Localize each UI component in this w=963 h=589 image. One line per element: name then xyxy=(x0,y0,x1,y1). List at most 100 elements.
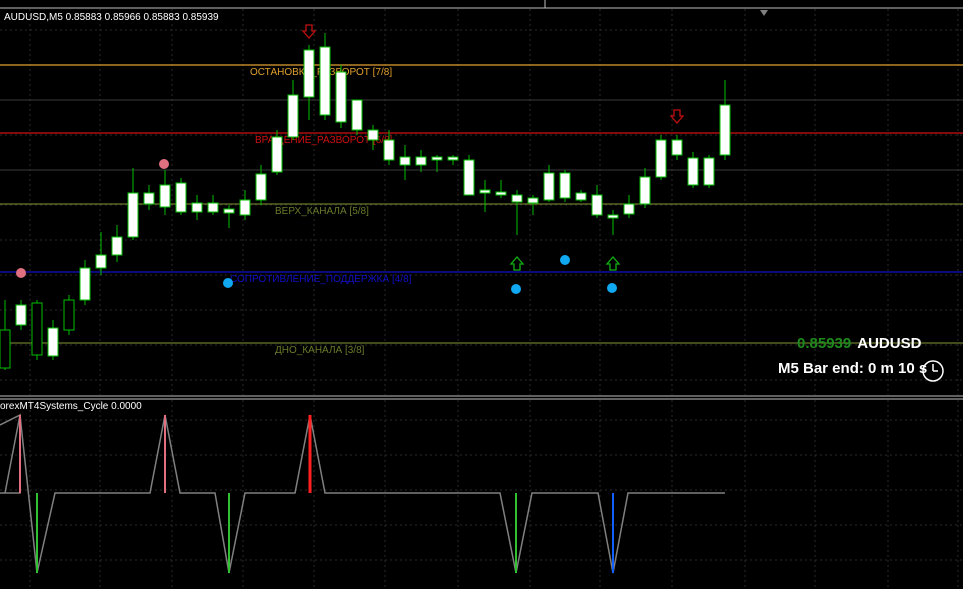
chart-canvas[interactable]: ОСТАНОВКА_РАЗВОРОТ [7/8]ВРАЩЕНИЕ_РАЗВОРО… xyxy=(0,0,963,589)
candle-body xyxy=(63,299,75,331)
candle-body xyxy=(239,199,251,216)
candle-body xyxy=(559,172,571,199)
candle-body xyxy=(0,329,11,369)
candle xyxy=(143,185,155,210)
candle-body xyxy=(511,194,523,203)
signal-dot xyxy=(511,284,521,294)
candle-body xyxy=(191,202,203,213)
candle-body xyxy=(543,172,555,201)
candle-body xyxy=(591,194,603,216)
candle xyxy=(95,232,107,275)
candle-body xyxy=(143,192,155,205)
level-label: ДНО_КАНАЛА [3/8] xyxy=(275,345,365,356)
candle xyxy=(271,130,283,175)
candle-body xyxy=(447,156,459,161)
symbol-info: AUDUSD,M5 0.85883 0.85966 0.85883 0.8593… xyxy=(4,12,219,23)
up-arrow-icon xyxy=(509,256,525,271)
signal-dot xyxy=(223,278,233,288)
candle-body xyxy=(415,156,427,166)
candle xyxy=(479,180,491,212)
candle xyxy=(495,180,507,198)
candle-body xyxy=(111,236,123,256)
level-label: СОПРОТИВЛЕНИЕ_ПОДДЕРЖКА [4/8] xyxy=(230,274,412,285)
candle-body xyxy=(335,71,347,123)
signal-dot xyxy=(159,159,169,169)
candle-body xyxy=(175,182,187,213)
candle-body xyxy=(687,157,699,186)
candle xyxy=(303,45,315,120)
candle-body xyxy=(319,46,331,116)
candle-body xyxy=(255,173,267,201)
candle xyxy=(159,170,171,215)
candle xyxy=(239,190,251,220)
candle-body xyxy=(351,99,363,131)
candle-body xyxy=(383,139,395,161)
candle-body xyxy=(719,104,731,156)
chart-grid xyxy=(0,9,963,589)
chart-shift-icon[interactable] xyxy=(760,10,768,16)
murrey-levels: ОСТАНОВКА_РАЗВОРОТ [7/8]ВРАЩЕНИЕ_РАЗВОРО… xyxy=(0,64,963,356)
candle-body xyxy=(463,159,475,196)
signal-dot xyxy=(16,268,26,278)
candle xyxy=(671,135,683,160)
candle-body xyxy=(15,304,27,326)
candle-body xyxy=(287,94,299,138)
candle-body xyxy=(607,214,619,219)
clock-icon xyxy=(922,360,944,382)
candle-body xyxy=(703,157,715,186)
candle xyxy=(15,300,27,330)
candle-body xyxy=(47,327,59,357)
candle xyxy=(399,145,411,180)
candle xyxy=(111,225,123,262)
candle-body xyxy=(31,302,43,356)
candle xyxy=(703,155,715,188)
candle-body xyxy=(79,267,91,301)
candle xyxy=(351,99,363,135)
candle-body xyxy=(207,202,219,213)
candle-body xyxy=(495,191,507,196)
bar-end-timer: M5 Bar end: 0 m 10 s xyxy=(778,360,928,377)
candle xyxy=(367,125,379,150)
candle xyxy=(607,210,619,235)
candle xyxy=(223,205,235,228)
candle xyxy=(559,170,571,202)
candle-body xyxy=(655,139,667,178)
candle xyxy=(463,155,475,196)
candle xyxy=(335,65,347,128)
down-arrow-icon xyxy=(301,24,317,39)
candle xyxy=(207,195,219,215)
candle xyxy=(719,80,731,160)
candle xyxy=(47,320,59,360)
candle xyxy=(639,168,651,208)
candle-body xyxy=(95,254,107,269)
current-price: 0.85939 xyxy=(797,335,852,352)
price-display: 0.85939 AUDUSD xyxy=(797,335,921,352)
candle xyxy=(623,195,635,218)
candle xyxy=(431,155,443,172)
candle xyxy=(287,80,299,140)
candle xyxy=(447,155,459,165)
price-symbol: AUDUSD xyxy=(857,335,922,352)
cycle-line xyxy=(0,414,725,574)
candle xyxy=(255,165,267,205)
candle-body xyxy=(671,139,683,156)
candle-body xyxy=(271,136,283,173)
candle xyxy=(191,195,203,220)
candle xyxy=(575,190,587,202)
candle xyxy=(175,178,187,215)
candle-body xyxy=(623,203,635,215)
level-label: ВЕРХ_КАНАЛА [5/8] xyxy=(275,206,369,217)
candle-body xyxy=(431,156,443,161)
candle xyxy=(319,33,331,120)
candle-body xyxy=(527,197,539,204)
candlesticks xyxy=(0,33,731,370)
candle-body xyxy=(159,184,171,208)
candle xyxy=(511,190,523,235)
candle xyxy=(127,168,139,240)
candle-body xyxy=(303,49,315,98)
signal-dot xyxy=(560,255,570,265)
candle-body xyxy=(479,189,491,194)
candle xyxy=(63,295,75,335)
cycle-indicator xyxy=(0,413,725,574)
candle-body xyxy=(367,129,379,141)
